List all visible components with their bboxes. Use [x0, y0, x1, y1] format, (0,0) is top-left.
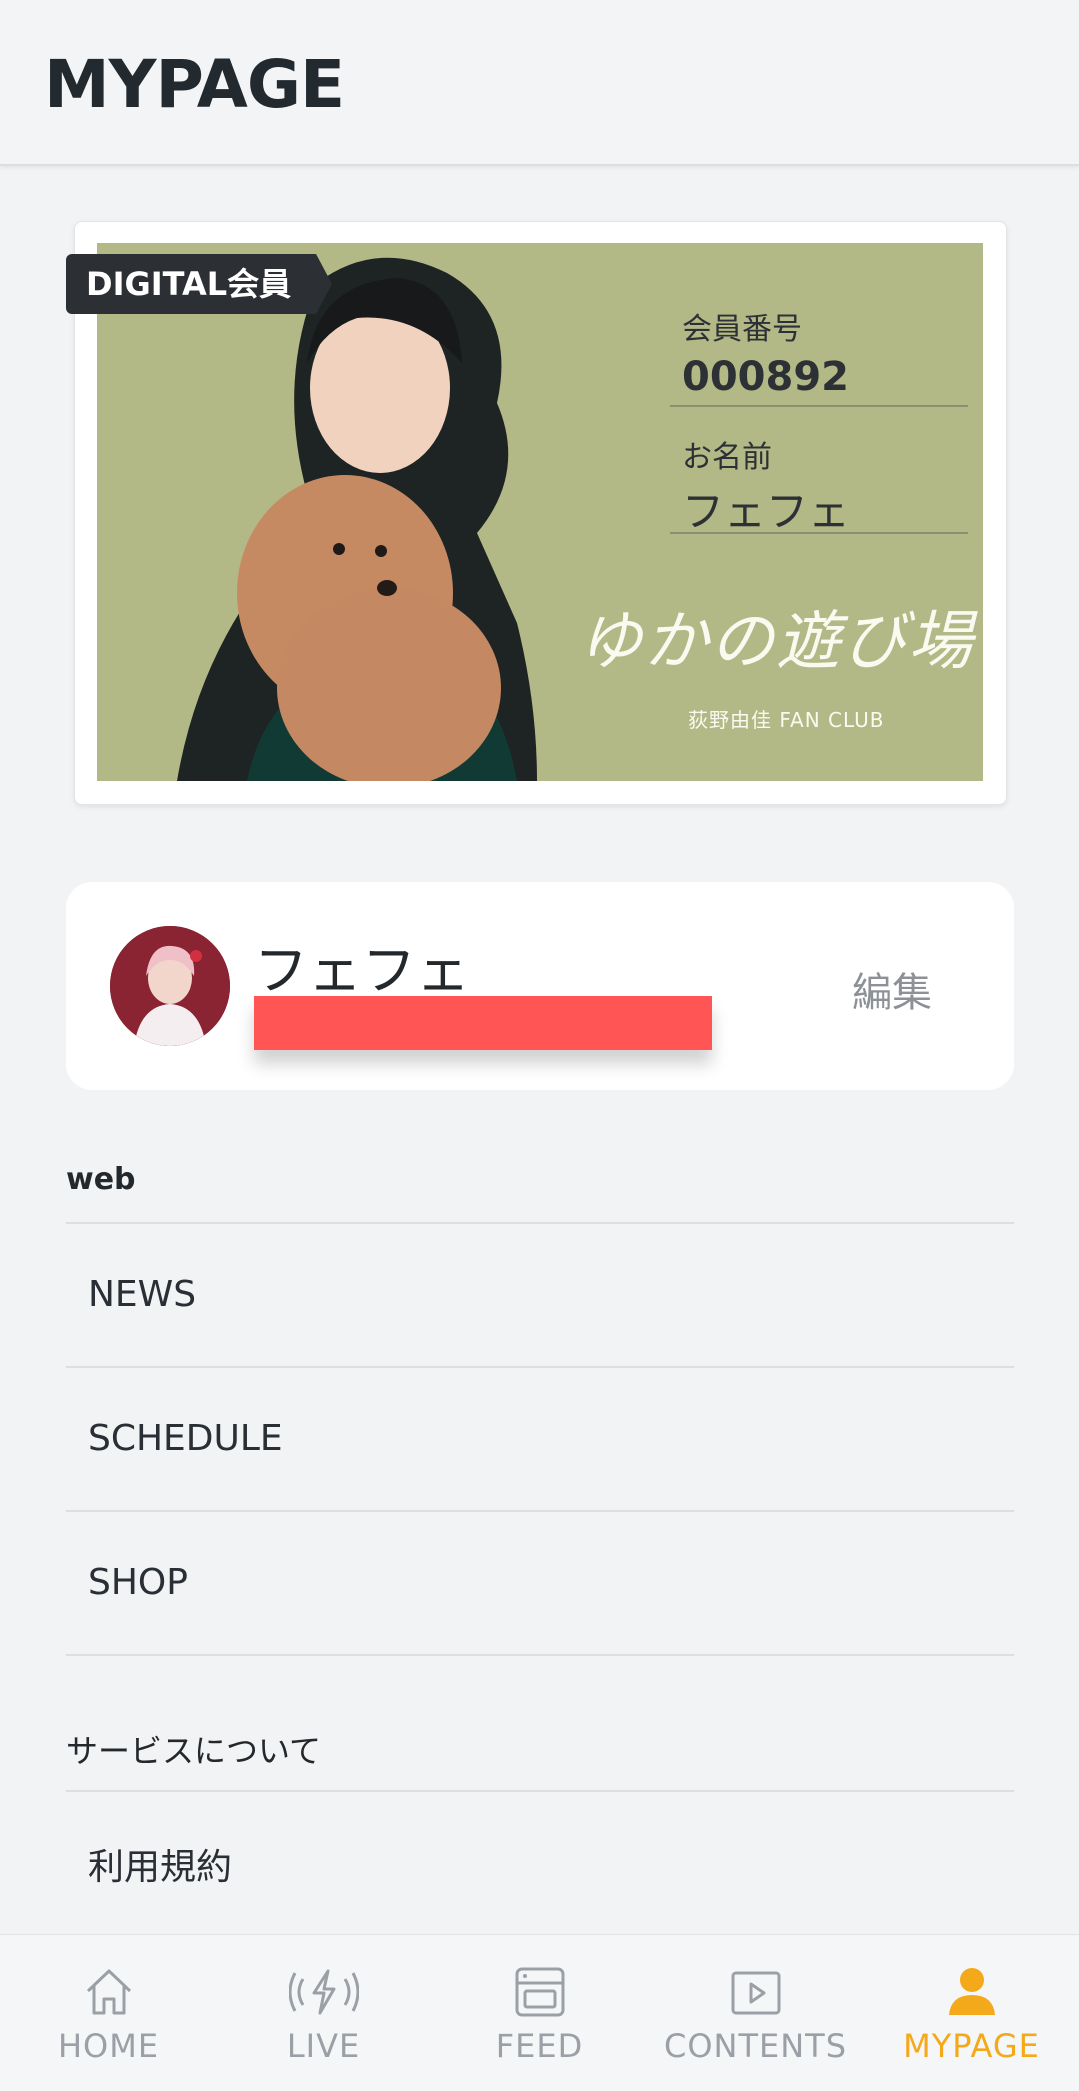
divider	[66, 1222, 1014, 1224]
live-icon	[288, 1969, 359, 2015]
bottom-nav: HOME LIVE FEED CONTENTS MYPAGE	[0, 1934, 1079, 2091]
menu-item-shop[interactable]: SHOP	[88, 1562, 188, 1603]
section-web: web	[66, 1162, 136, 1197]
member-name-label: お名前	[682, 440, 772, 475]
edit-profile-button[interactable]: 編集	[852, 960, 932, 1018]
profile-card: フェフェ 編集	[66, 882, 1014, 1090]
digital-member-badge: DIGITAL会員	[66, 254, 332, 314]
divider	[66, 1790, 1014, 1792]
nav-feed[interactable]: FEED	[432, 1935, 647, 2091]
nav-home-label: HOME	[57, 2027, 160, 2065]
nav-home[interactable]: HOME	[1, 1935, 216, 2091]
fanclub-logo: ゆかの遊び場	[578, 605, 974, 679]
member-name-value: フェフェ	[682, 487, 851, 536]
divider	[66, 1654, 1014, 1656]
user-icon	[948, 1968, 995, 2015]
member-number-underline	[670, 405, 968, 407]
member-card-photo	[177, 257, 537, 781]
divider	[66, 1366, 1014, 1368]
home-icon	[86, 1969, 131, 2015]
member-number-label: 会員番号	[682, 312, 802, 347]
contents-icon	[731, 1971, 780, 2015]
nav-live[interactable]: LIVE	[216, 1935, 431, 2091]
profile-name: フェフェ	[254, 939, 470, 1002]
nav-feed-label: FEED	[495, 2027, 584, 2065]
fanclub-logo-subtitle: 荻野由佳 FAN CLUB	[688, 708, 885, 732]
member-number-value: 000892	[682, 354, 849, 400]
menu-item-terms[interactable]: 利用規約	[88, 1838, 232, 1890]
nav-mypage-label: MYPAGE	[903, 2027, 1040, 2065]
section-service: サービスについて	[66, 1732, 322, 1770]
avatar	[110, 926, 230, 1046]
redacted-info	[254, 996, 712, 1050]
page-title: MYPAGE	[44, 46, 345, 123]
member-name-underline	[670, 532, 968, 534]
nav-contents-label: CONTENTS	[663, 2027, 848, 2065]
member-card-image	[97, 243, 983, 781]
nav-mypage[interactable]: MYPAGE	[864, 1935, 1079, 2091]
nav-contents[interactable]: CONTENTS	[648, 1935, 863, 2091]
feed-icon	[515, 1967, 564, 2017]
menu-item-schedule[interactable]: SCHEDULE	[88, 1418, 283, 1459]
header-bar: MYPAGE	[0, 0, 1079, 166]
menu-item-news[interactable]: NEWS	[88, 1274, 196, 1315]
divider	[66, 1510, 1014, 1512]
nav-live-label: LIVE	[286, 2027, 361, 2065]
